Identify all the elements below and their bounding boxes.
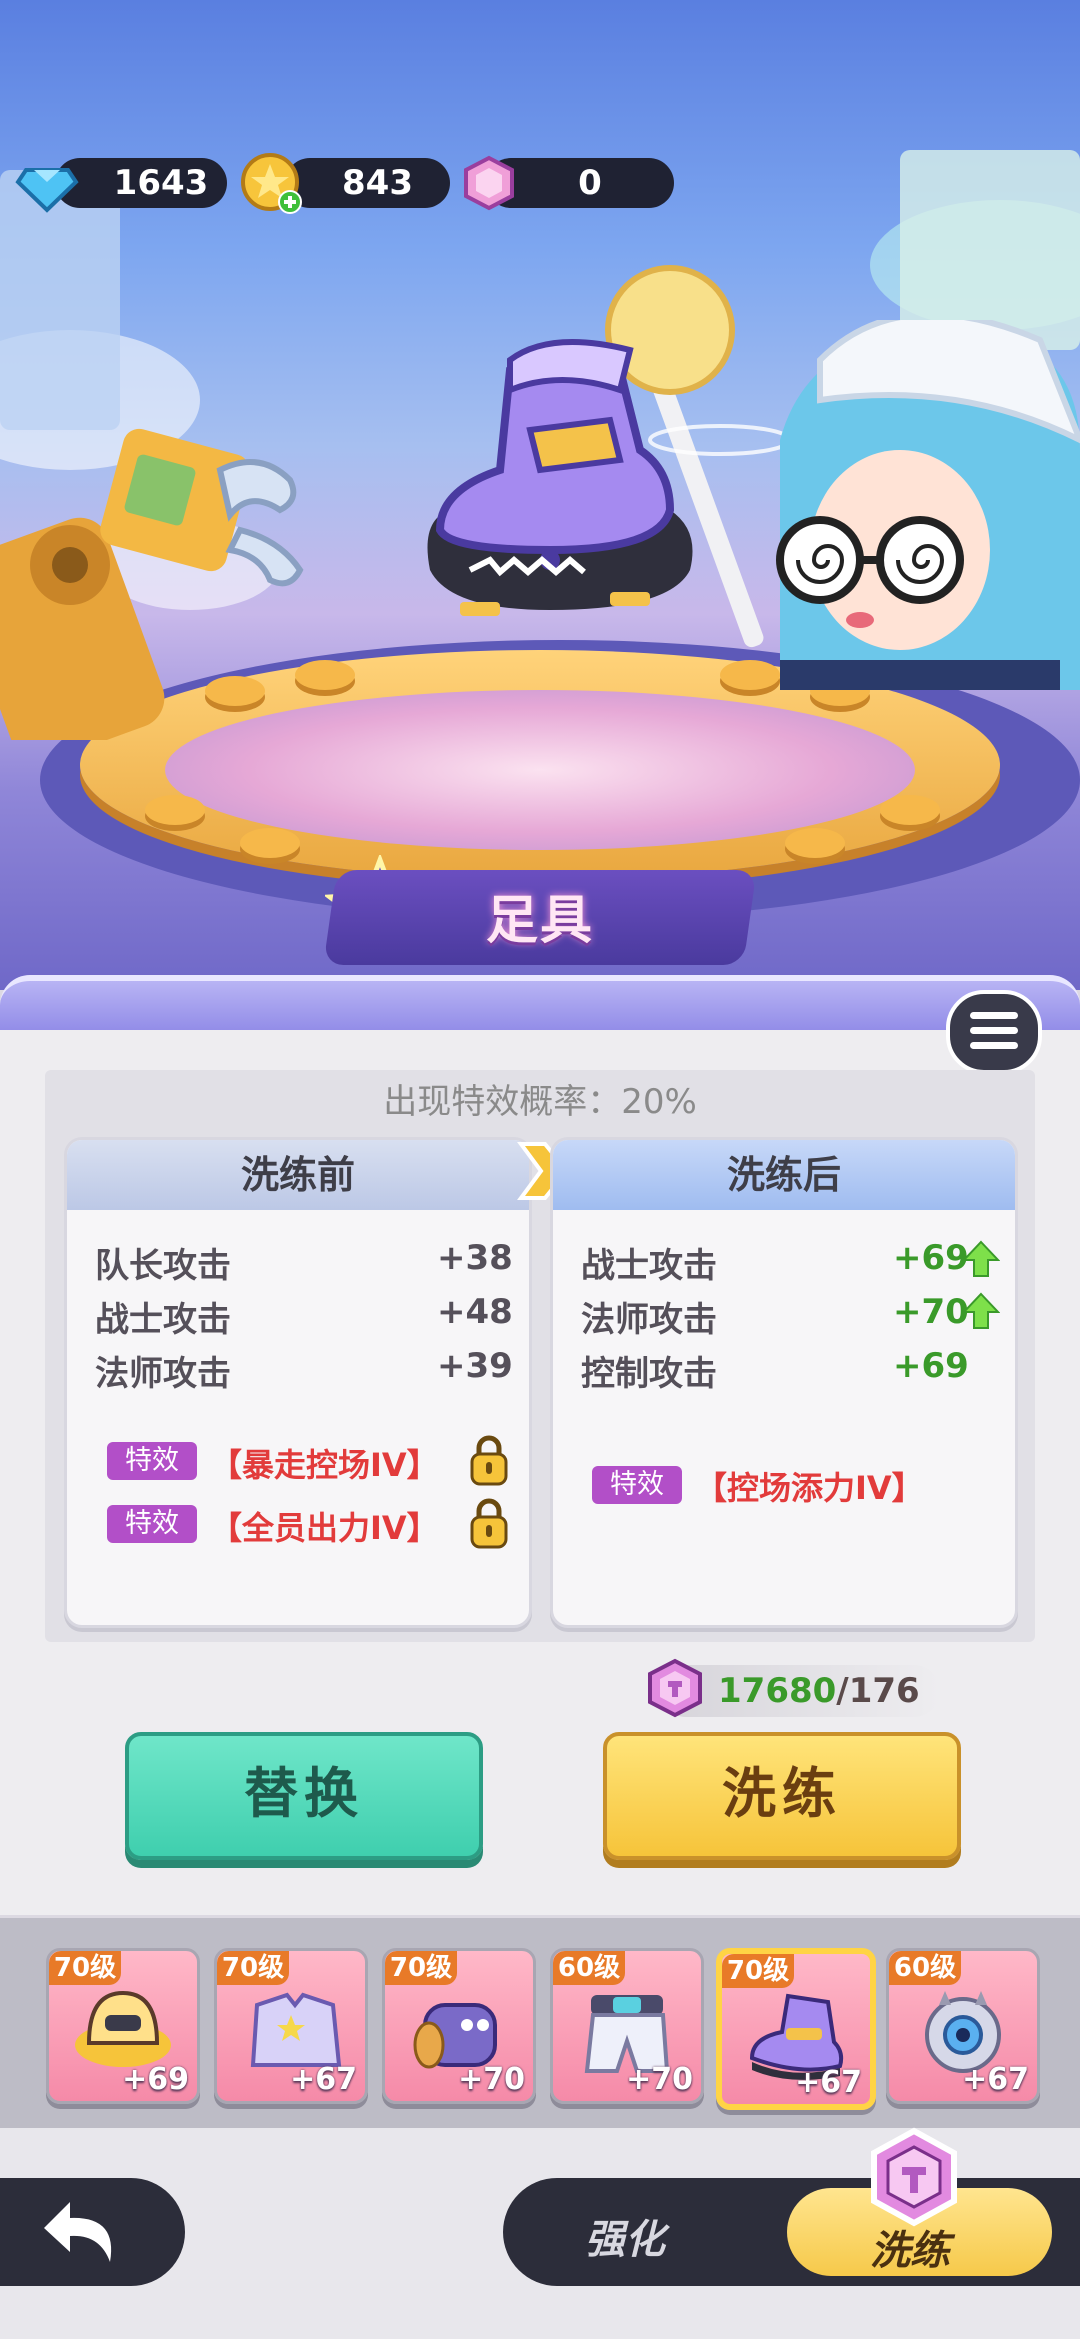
diamond-icon [15, 168, 79, 213]
lock-icon[interactable] [469, 1497, 509, 1549]
before-stat-value: +38 [437, 1238, 513, 1278]
before-effect-name: 【暴走控场IV】 [210, 1446, 439, 1484]
equipment-plus: +70 [626, 2062, 693, 2097]
equipment-slot-pants[interactable]: 60级 +70 [550, 1948, 704, 2104]
equipment-plus: +70 [458, 2062, 525, 2097]
equipment-level: 70级 [217, 1951, 289, 1985]
equipment-slot-orb[interactable]: 60级 +67 [886, 1948, 1040, 2104]
shoe-icon [427, 339, 693, 616]
replace-button[interactable]: 替换 [125, 1732, 483, 1860]
equipment-showcase-scene [0, 0, 1080, 990]
equipment-level: 60级 [889, 1951, 961, 1985]
effect-probability-text: 出现特效概率：20% [383, 1082, 697, 1122]
after-stat-value: +69 [893, 1238, 969, 1278]
after-stat-value: +70 [893, 1292, 969, 1332]
after-effect-name: 【控场添力IV】 [695, 1469, 924, 1507]
refine-gem-icon [871, 2127, 957, 2227]
character-girl-icon [776, 320, 1080, 690]
before-header: 洗练前 [67, 1140, 529, 1210]
equipment-slot-title: 足具 [485, 891, 594, 951]
equipment-plus: +67 [795, 2065, 862, 2100]
tab-enhance[interactable]: 强化 [585, 2207, 665, 2265]
menu-button[interactable] [946, 990, 1042, 1074]
gold-counter: 843 [285, 158, 450, 208]
gold-coin-add-icon[interactable] [240, 150, 306, 216]
cost-need: /176 [836, 1671, 920, 1711]
after-stat-value: +69 [893, 1346, 969, 1386]
tab-refine[interactable]: 洗练 [870, 2218, 950, 2276]
arrow-up-icon [962, 1292, 1000, 1329]
after-header: 洗练后 [553, 1140, 1015, 1210]
equipment-slot-jacket[interactable]: 70级 +67 [214, 1948, 368, 2104]
equipment-slot-shoe[interactable]: 70级 +67 [716, 1948, 876, 2110]
after-stat-name: 战士攻击 [581, 1246, 717, 1286]
equipment-level: 70级 [49, 1951, 121, 1985]
equipment-slot-hat[interactable]: 70级 +69 [46, 1948, 200, 2104]
before-effect-name: 【全员出力IV】 [210, 1509, 439, 1547]
before-stat-name: 战士攻击 [95, 1300, 231, 1340]
effect-tag: 特效 [592, 1466, 682, 1504]
equipment-plus: +67 [290, 2062, 357, 2097]
equipment-slot-bracer[interactable]: 70级 +70 [382, 1948, 536, 2104]
equipment-level: 70级 [722, 1954, 794, 1988]
after-stat-name: 控制攻击 [581, 1354, 717, 1394]
before-stat-name: 法师攻击 [95, 1354, 231, 1394]
before-stat-value: +48 [437, 1292, 513, 1332]
back-button[interactable] [0, 2178, 185, 2286]
gold-amount: 843 [342, 163, 413, 203]
effect-tag: 特效 [107, 1442, 197, 1480]
after-stat-name: 法师攻击 [581, 1300, 717, 1340]
refine-stone-icon [648, 1658, 702, 1718]
refine-button[interactable]: 洗练 [603, 1732, 961, 1860]
equipment-plus: +67 [962, 2062, 1029, 2097]
equipment-level: 70级 [385, 1951, 457, 1985]
gem-amount: 0 [578, 163, 602, 203]
equipment-level: 60级 [553, 1951, 625, 1985]
pink-gem-icon [464, 155, 514, 211]
diamond-amount: 1643 [113, 163, 209, 203]
effect-tag: 特效 [107, 1505, 197, 1543]
arrow-up-icon [962, 1240, 1000, 1277]
lock-icon[interactable] [469, 1434, 509, 1486]
equipment-plus: +69 [122, 2062, 189, 2097]
before-stat-name: 队长攻击 [95, 1246, 231, 1286]
robot-arm-icon [0, 428, 304, 740]
back-arrow-icon [44, 2202, 112, 2262]
cost-amount: 17680/176 [718, 1665, 920, 1717]
before-stat-value: +39 [437, 1346, 513, 1386]
cost-have: 17680 [718, 1671, 837, 1711]
diamond-counter: 1643 [55, 158, 227, 208]
